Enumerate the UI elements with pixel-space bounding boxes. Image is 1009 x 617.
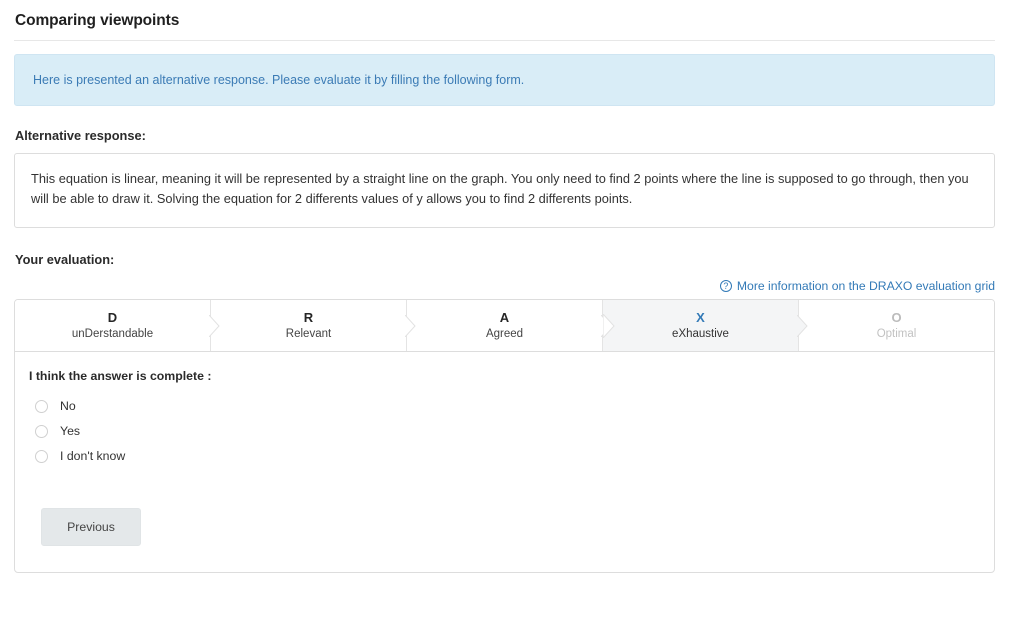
step-letter: D xyxy=(107,310,118,325)
step-letter: O xyxy=(891,310,902,325)
radio-button-icon[interactable] xyxy=(35,449,48,463)
step-exhaustive[interactable]: XeXhaustive xyxy=(602,300,808,351)
step-letter: X xyxy=(696,310,705,325)
step-name: Agreed xyxy=(485,328,524,340)
radio-option-label: I don't know xyxy=(60,449,126,463)
evaluation-form: I think the answer is complete : No Yes I … xyxy=(15,352,994,572)
step-name: Relevant xyxy=(285,328,332,340)
evaluation-panel: DunDerstandable R Relevant A Agreed XeXhausti… xyxy=(14,299,995,573)
alternative-response-text: This equation is linear, meaning it will… xyxy=(31,171,969,206)
help-circle-icon: ? xyxy=(719,280,732,292)
step-name: eXhaustive xyxy=(672,328,729,340)
step-letter: A xyxy=(499,310,510,325)
radio-button-icon[interactable] xyxy=(35,399,48,413)
page-title: Comparing viewpoints xyxy=(15,12,180,29)
more-information-row: ? More information on the DRAXO evaluati… xyxy=(14,277,995,294)
step-agreed[interactable]: A Agreed xyxy=(407,300,612,351)
alternative-response-panel: This equation is linear, meaning it will… xyxy=(14,153,995,228)
radio-option[interactable]: Yes xyxy=(29,419,980,443)
radio-option-label: Yes xyxy=(60,424,81,438)
step-understandable[interactable]: DunDerstandable xyxy=(15,300,220,351)
step-letter: R xyxy=(303,310,314,325)
button-row: Previous xyxy=(29,469,980,546)
more-information-label: More information on the DRAXO evaluation… xyxy=(736,279,995,293)
step-optimal: O Optimal xyxy=(799,300,994,351)
info-alert-message: Here is presented an alternative respons… xyxy=(33,73,525,87)
radio-option-label: No xyxy=(60,399,76,413)
alternative-response-label: Alternative response: xyxy=(15,128,146,143)
radio-option[interactable]: I don't know xyxy=(29,444,980,468)
radio-button-icon[interactable] xyxy=(35,424,48,438)
step-notch-left-icon xyxy=(602,312,615,339)
radio-option[interactable]: No xyxy=(29,394,980,418)
draxo-steps: DunDerstandable R Relevant A Agreed XeXhausti… xyxy=(15,300,994,352)
question-label: I think the answer is complete : xyxy=(29,369,212,383)
info-alert: Here is presented an alternative respons… xyxy=(14,54,995,106)
title-divider xyxy=(14,40,995,41)
step-relevant[interactable]: R Relevant xyxy=(211,300,416,351)
radio-group: No Yes I don't know xyxy=(29,394,980,468)
step-name: unDerstandable xyxy=(71,328,154,340)
step-name: Optimal xyxy=(876,328,917,340)
page-root: Comparing viewpoints Here is presented a… xyxy=(0,0,1009,617)
more-information-link[interactable]: ? More information on the DRAXO evaluati… xyxy=(719,278,995,294)
your-evaluation-label: Your evaluation: xyxy=(15,252,115,267)
previous-button[interactable]: Previous xyxy=(41,508,141,546)
